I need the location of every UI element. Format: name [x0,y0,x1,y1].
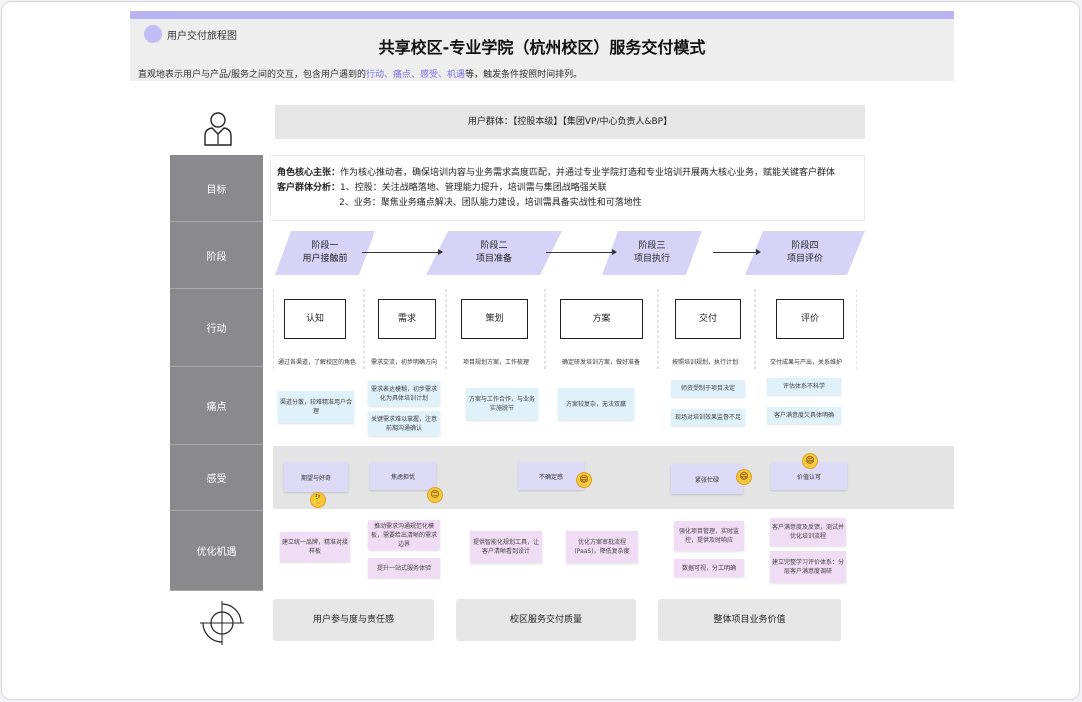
grin-face-icon: 😄 [576,472,592,488]
opportunity-note-2: 推动需求沟通规范化模板，需要给出清晰的需求边界 [368,520,440,550]
stage-4-title: 阶段四 [791,241,819,251]
goal-box: 角色核心主张：作为核心推动者，确保培训内容与业务需求高度匹配，并通过专业学院打造… [270,155,865,221]
goal-label-2: 客户群体分析： [277,183,341,193]
action-desc-2: 需求交流，初步明确方向 [371,359,438,366]
lane-label-goal: 目标 [170,155,263,222]
action-demand: 需求 [378,299,436,339]
pain-note-5: 方案较复杂，无法双赢 [558,388,634,420]
stage-4: 阶段四 项目评价 [745,231,865,275]
opportunity-note-8: 客户满意度及反馈，测试并优化培训流程 [770,518,846,546]
opportunity-note-9: 建立完整学习评价体系：分层客户满意度调研 [770,551,846,583]
window-frame: 用户交付旅程图 共享校区-专业学院（杭州校区）服务交付模式 直观地表示用户与产品… [1,1,1080,700]
action-awareness: 认知 [284,299,346,339]
page-subtitle: 直观地表示用户与产品/服务之间的交互，包含用户遇到的行动、痛点、感受、机遇等，触… [138,67,582,80]
pain-note-1: 渠道分散，较难精准用户合理 [278,391,354,423]
subtitle-pre: 直观地表示用户与产品/服务之间的交互，包含用户遇到的 [138,70,367,80]
goal-label-1: 角色核心主张： [277,168,341,178]
action-planning: 策划 [461,299,528,339]
feeling-note-2: 焦虑担忧 [370,462,436,490]
stage-3-subtitle: 项目执行 [633,254,670,264]
lane-label-action: 行动 [170,289,263,367]
stage-arrow-3 [713,249,761,255]
page-header: 用户交付旅程图 共享校区-专业学院（杭州校区）服务交付模式 直观地表示用户与产品… [130,19,954,81]
lane-label-pain: 痛点 [170,367,263,445]
lane-label-feeling: 感受 [170,445,263,511]
stage-1-subtitle: 用户接触前 [302,254,348,264]
feeling-note-4: 紧张忙碌 [671,464,743,494]
stage-3: 阶段三 项目执行 [602,231,702,275]
value-box-2: 校区服务交付质量 [456,599,636,641]
goal-text-3: 2、业务：聚焦业务痛点解决、团队能力建设，培训需具备实战性和可落地性 [339,198,642,208]
stage-2-subtitle: 项目准备 [475,254,512,264]
opportunity-note-1: 建立统一品牌，精准对接样板 [280,532,350,562]
pain-note-8: 评估体系不科学 [767,378,841,395]
pain-note-2: 需求表达模糊，初步需求化为具体培训计划 [368,381,440,406]
opportunity-note-7: 数据可视，分工明确 [674,559,744,577]
opportunity-note-4: 提供智能化规划工具，让客户清晰看到设计 [470,531,542,563]
stage-1: 阶段一 用户接触前 [275,231,375,275]
stage-2-title: 阶段二 [480,241,508,251]
smile-face-icon: 😊 [427,487,443,503]
subtitle-highlight: 行动、痛点、感受、机遇 [366,70,466,80]
feeling-note-1: 期望与好奇 [284,462,348,492]
lane-label-opportunity: 优化机遇 [170,511,263,591]
pain-note-3: 关键需求难以掌握，注意前期沟通确认 [368,411,440,436]
target-icon [200,601,244,645]
stage-arrow-2 [546,249,617,255]
user-icon [204,112,232,146]
pain-note-4: 方案与工作合作，与业务实施脱节 [466,388,538,420]
opportunity-note-5: 优化方案审批流程(PaaS)，降低复杂度 [566,531,638,563]
action-desc-5: 按照培训规划，执行计划 [672,359,739,366]
action-desc-4: 确定研发培训方案，做好准备 [562,359,641,366]
action-scheme: 方案 [560,299,643,339]
action-desc-1: 通过各渠道，了解校区的角色 [278,359,357,366]
pain-note-9: 客户满意度欠具体明确 [767,407,841,424]
laugh-face-icon: 😄 [736,469,752,485]
subtitle-post: 等，触发条件按照时间排列。 [465,70,583,80]
value-box-3: 整体项目业务价值 [658,599,841,641]
goal-text-1: 作为核心推动者，确保培训内容与业务需求高度匹配，并通过专业学院打造和专业培训开展… [340,168,836,178]
thinking-face-icon: 🤔 [310,492,326,508]
opportunity-note-3: 提升一站式服务体验 [368,558,440,578]
goal-text-2: 1、控股：关注战略落地、管理能力提升，培训需与集团战略强关联 [340,183,607,193]
stage-4-subtitle: 项目评价 [786,254,823,264]
pain-note-7: 现场对培训效果监督不足 [671,409,745,426]
stage-1-title: 阶段一 [311,241,339,251]
user-group-bar: 用户群体：【控股本级】【集团VP/中心负责人&BP】 [275,105,865,139]
page-title: 共享校区-专业学院（杭州校区）服务交付模式 [378,38,706,57]
opportunity-note-6: 强化项目管理，实时监控，提供及时响应 [674,521,744,551]
accent-bar [130,11,954,19]
happy-face-icon: 😄 [802,453,818,469]
pain-note-6: 师资受制于项目决定 [671,380,745,397]
action-delivery: 交付 [675,299,741,339]
action-desc-3: 项目规划方案，工作梳理 [463,359,530,366]
action-evaluation: 评价 [776,299,844,339]
value-box-1: 用户参与度与责任感 [273,599,434,641]
feeling-note-3: 不确定感 [518,462,584,490]
stage-arrow-1 [362,249,443,255]
lane-label-stage: 阶段 [170,222,263,289]
stage-3-title: 阶段三 [638,241,666,251]
stage-2: 阶段二 项目准备 [426,231,562,275]
journey-map-document: 用户交付旅程图 共享校区-专业学院（杭州校区）服务交付模式 直观地表示用户与产品… [130,11,954,699]
action-desc-6: 交付成果与产出，关系维护 [770,359,843,366]
